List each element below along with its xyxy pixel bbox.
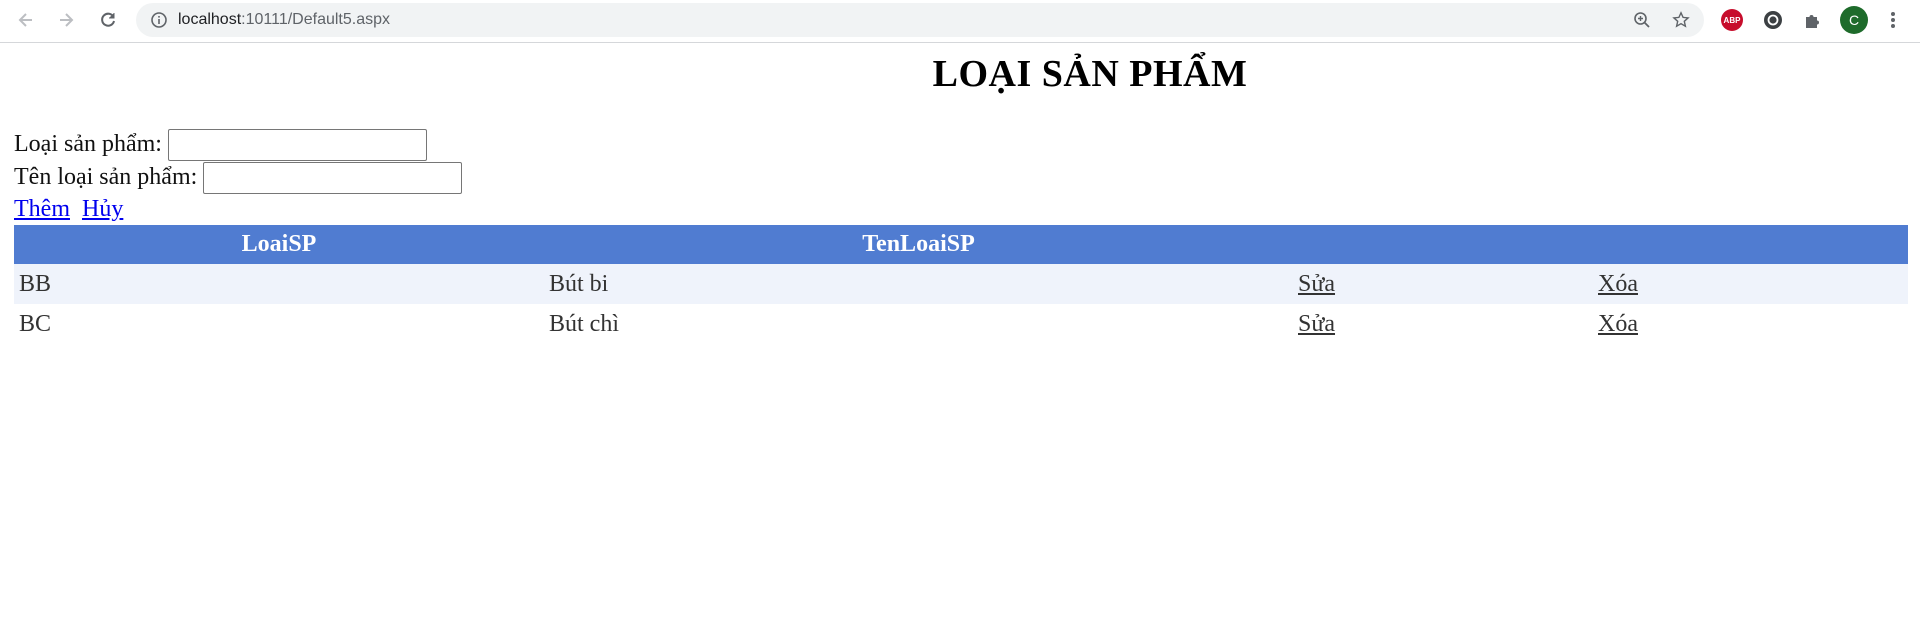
loaisp-input[interactable] [167,128,427,161]
cell-edit: Sửa [1293,304,1593,344]
extension-button[interactable] [1761,8,1785,32]
cell-delete: Xóa [1593,304,1908,344]
star-icon[interactable] [1672,11,1690,29]
reload-icon [101,12,115,27]
tenloaisp-input[interactable] [203,161,463,194]
product-type-form: Loại sản phẩm: Tên loại sản phẩm: Thêm H… [14,128,463,224]
shield-icon [1764,11,1782,29]
extensions-menu-button[interactable] [1801,8,1825,32]
grid-header-row: LoaiSP TenLoaiSP [14,225,1908,264]
arrow-left-icon [18,13,32,27]
arrow-right-icon [60,13,74,27]
page-title: LOẠI SẢN PHẨM [932,53,1248,95]
table-row: BB Bút bi Sửa Xóa [14,264,1908,304]
tenloaisp-label: Tên loại sản phẩm: [14,164,198,190]
browser-menu-button[interactable] [1881,8,1905,32]
zoom-icon[interactable] [1633,11,1651,29]
puzzle-icon [1806,15,1819,28]
kebab-menu-icon [1891,12,1895,28]
edit-link[interactable]: Sửa [1298,271,1335,297]
loaisp-row: Loại sản phẩm: [14,128,462,161]
tenloaisp-row: Tên loại sản phẩm: [14,161,463,194]
edit-link[interactable]: Sửa [1298,311,1335,337]
cell-loaisp: BB [14,264,544,304]
column-header-loaisp: LoaiSP [14,225,544,264]
loaisp-label: Loại sản phẩm: [14,131,162,157]
column-header-delete [1593,225,1908,264]
profile-avatar[interactable]: C [1840,6,1868,34]
cell-tenloaisp: Bút chì [544,304,1293,344]
cell-tenloaisp: Bút bi [544,264,1293,304]
info-icon[interactable] [150,11,168,29]
form-actions: Thêm Hủy [14,194,462,224]
adblock-extension-button[interactable]: ABP [1720,8,1744,32]
table-row: BC Bút chì Sửa Xóa [14,304,1908,344]
address-bar[interactable]: localhost:10111/Default5.aspx [136,3,1704,37]
back-button[interactable] [12,6,40,34]
adblock-icon: ABP [1721,9,1743,31]
reload-button[interactable] [94,6,122,34]
column-header-edit [1293,225,1593,264]
url-path: :10111/Default5.aspx [241,11,390,28]
product-type-grid: LoaiSP TenLoaiSP BB Bút bi Sửa Xóa BC Bú… [14,225,1908,344]
delete-link[interactable]: Xóa [1598,311,1638,337]
cell-loaisp: BC [14,304,544,344]
forward-button[interactable] [52,6,80,34]
column-header-tenloaisp: TenLoaiSP [544,225,1293,264]
delete-link[interactable]: Xóa [1598,271,1638,297]
browser-toolbar: localhost:10111/Default5.aspx ABP C [0,0,1920,43]
url-host: localhost [178,11,242,28]
cell-edit: Sửa [1293,264,1593,304]
cell-delete: Xóa [1593,264,1908,304]
url-text[interactable]: localhost:10111/Default5.aspx [178,11,390,29]
cancel-link[interactable]: Hủy [82,196,123,223]
add-link[interactable]: Thêm [14,196,70,223]
